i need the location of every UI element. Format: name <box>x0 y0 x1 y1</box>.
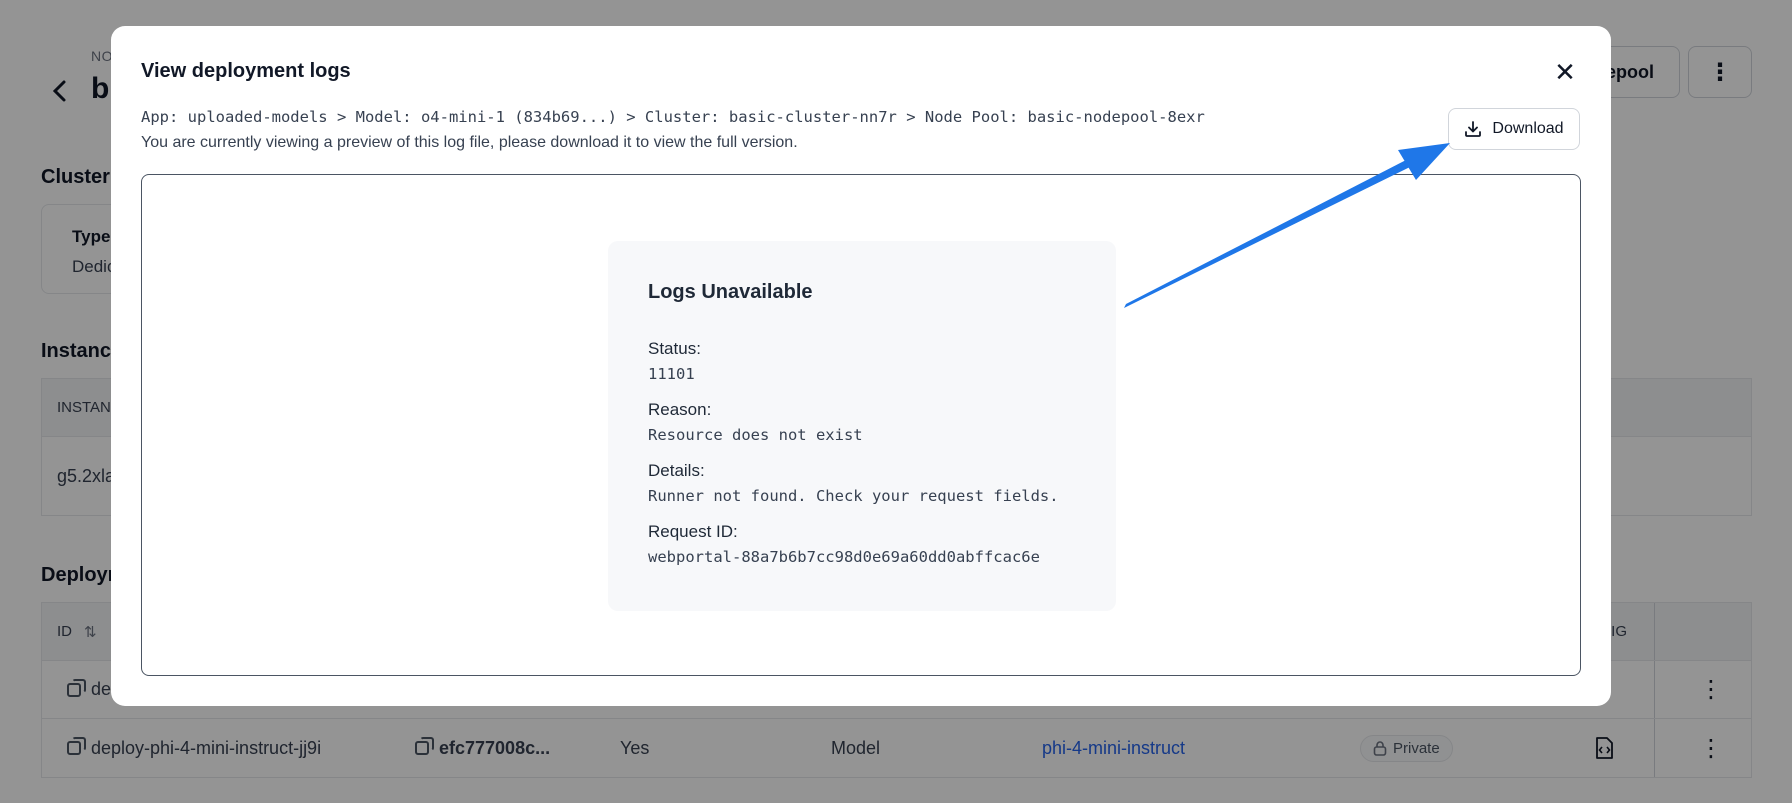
modal-title: View deployment logs <box>141 60 351 82</box>
reason-label: Reason: <box>648 400 712 419</box>
preview-note: You are currently viewing a preview of t… <box>141 134 798 151</box>
request-id-label: Request ID: <box>648 522 738 541</box>
status-value: 11101 <box>648 365 695 383</box>
status-label: Status: <box>648 339 701 358</box>
log-path-breadcrumb: App: uploaded-models > Model: o4-mini-1 … <box>141 108 1205 126</box>
download-label: Download <box>1492 120 1564 137</box>
log-preview-panel: Logs Unavailable Status: 11101 Reason: R… <box>141 174 1581 676</box>
error-card: Logs Unavailable Status: 11101 Reason: R… <box>608 241 1116 611</box>
error-heading: Logs Unavailable <box>648 281 813 303</box>
details-label: Details: <box>648 461 705 480</box>
reason-value: Resource does not exist <box>648 426 863 444</box>
download-icon <box>1465 121 1482 137</box>
close-icon[interactable]: ✕ <box>1549 56 1581 88</box>
download-button[interactable]: Download <box>1448 108 1580 150</box>
details-value: Runner not found. Check your request fie… <box>648 487 1059 505</box>
request-id-value: webportal-88a7b6b7cc98d0e69a60dd0abffcac… <box>648 548 1040 566</box>
deployment-logs-modal: View deployment logs ✕ App: uploaded-mod… <box>111 26 1611 706</box>
